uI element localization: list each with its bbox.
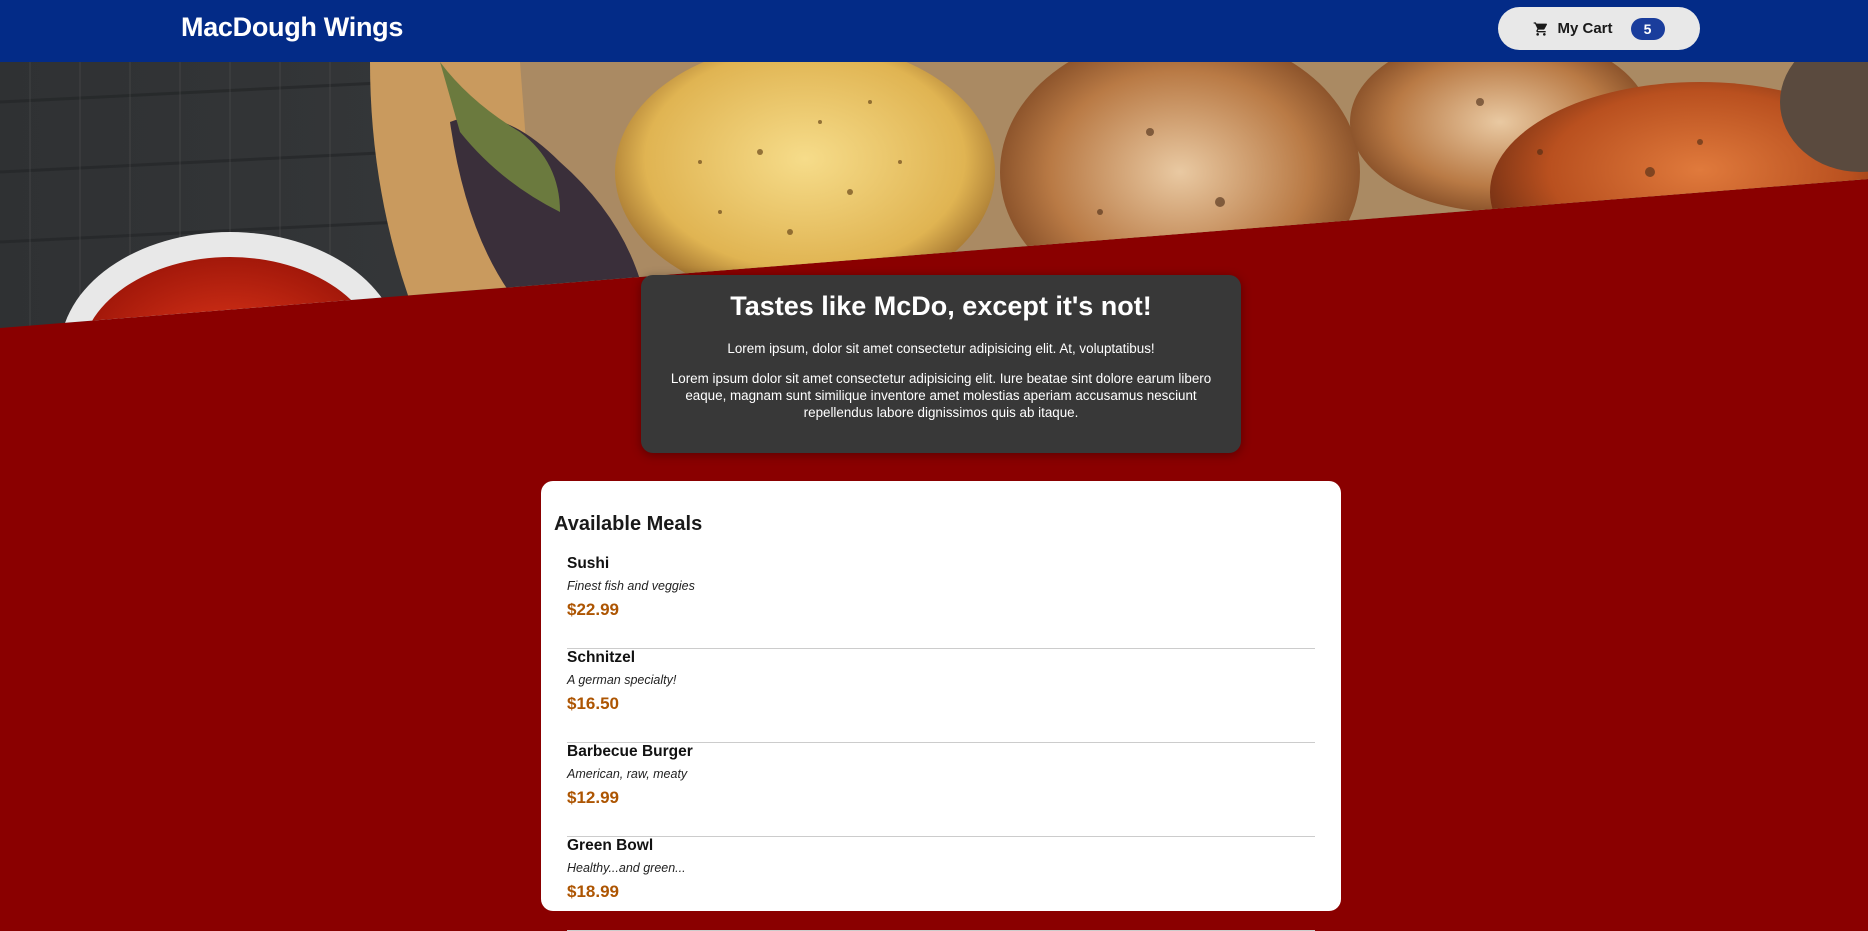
meal-description: A german specialty! [567, 673, 677, 687]
available-meals-card: Available Meals Sushi Finest fish and ve… [541, 481, 1341, 931]
meal-description: American, raw, meaty [567, 767, 688, 781]
meal-price: $22.99 [567, 600, 619, 619]
meal-name: Barbecue Burger [567, 743, 693, 760]
summary-title: Tastes like McDo, except it's not! [730, 291, 1152, 321]
shopping-cart-icon [1533, 21, 1549, 37]
cart-button[interactable]: My Cart 5 [1498, 7, 1700, 50]
meal-name: Sushi [567, 555, 610, 572]
meal-item: Schnitzel A german specialty! $16.50 [567, 649, 1315, 743]
summary-card: Tastes like McDo, except it's not! Lorem… [641, 275, 1241, 453]
top-header: MacDough Wings My Cart 5 [0, 0, 1868, 62]
brand-title: MacDough Wings [181, 12, 404, 42]
meal-description: Healthy...and green... [567, 861, 686, 875]
meal-item: Sushi Finest fish and veggies $22.99 [567, 555, 1315, 649]
cart-label: My Cart [1557, 20, 1613, 37]
meal-description: Finest fish and veggies [567, 579, 695, 593]
meals-title: Available Meals [554, 513, 703, 535]
meal-name: Schnitzel [567, 649, 636, 666]
meal-item: Barbecue Burger American, raw, meaty $12… [567, 743, 1315, 837]
meals-list: Sushi Finest fish and veggies $22.99 Sch… [567, 555, 1315, 931]
meal-item: Green Bowl Healthy...and green... $18.99 [567, 837, 1315, 931]
meal-price: $18.99 [567, 882, 619, 901]
cart-count-badge: 5 [1630, 17, 1665, 40]
meal-name: Green Bowl [567, 837, 654, 854]
meal-price: $12.99 [567, 788, 619, 807]
summary-paragraph-1: Lorem ipsum, dolor sit amet consectetur … [727, 341, 1155, 356]
summary-paragraph-2: Lorem ipsum dolor sit amet consectetur a… [670, 371, 1212, 420]
meal-price: $16.50 [567, 694, 619, 713]
